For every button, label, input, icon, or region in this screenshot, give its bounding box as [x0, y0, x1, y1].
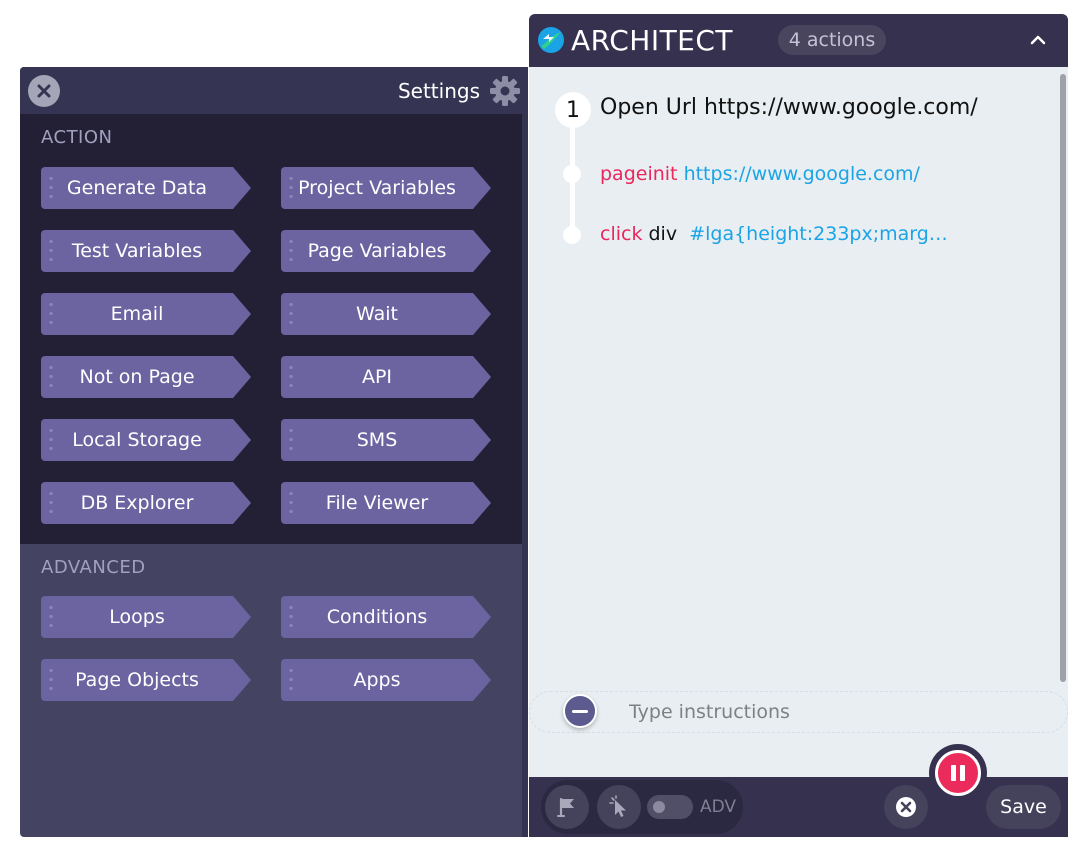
- section-title-action: ACTION: [41, 127, 113, 148]
- email-button[interactable]: Email: [41, 293, 251, 335]
- pause-icon: [951, 765, 956, 781]
- sub-action-dot: [563, 226, 581, 244]
- cancel-recording-button[interactable]: [884, 785, 928, 829]
- project-variables-button[interactable]: Project Variables: [281, 167, 491, 209]
- page-objects-button[interactable]: Page Objects: [41, 659, 251, 701]
- page-variables-button[interactable]: Page Variables: [281, 230, 491, 272]
- close-icon: [896, 797, 916, 817]
- section-title-advanced: ADVANCED: [41, 557, 146, 578]
- step-number: 1: [555, 92, 591, 128]
- minus-icon: [572, 709, 588, 713]
- actions-count-badge: 4 actions: [778, 25, 886, 55]
- api-button[interactable]: API: [281, 356, 491, 398]
- cursor-pointer-icon: [609, 795, 626, 817]
- action-section: ACTION Generate Data Project Variables T…: [20, 114, 522, 544]
- collapse-button[interactable]: [1026, 28, 1050, 52]
- sub-action-dot: [563, 165, 581, 183]
- generate-data-button[interactable]: Generate Data: [41, 167, 251, 209]
- sub-action-value: #lga{height:233px;marg…: [689, 223, 948, 245]
- element-picker-button[interactable]: [597, 785, 641, 829]
- sub-action-value: https://www.google.com/: [683, 163, 920, 185]
- sub-action-row[interactable]: click div #lga{height:233px;marg…: [600, 223, 948, 245]
- pause-button[interactable]: [935, 750, 981, 796]
- wait-button[interactable]: Wait: [281, 293, 491, 335]
- architect-title: ARCHITECT: [571, 24, 734, 57]
- step-label[interactable]: Open Url https://www.google.com/: [600, 95, 978, 120]
- db-explorer-button[interactable]: DB Explorer: [41, 482, 251, 524]
- adv-label: ADV: [700, 797, 737, 817]
- remove-step-button[interactable]: [563, 694, 597, 728]
- architect-logo-icon: [538, 27, 564, 53]
- settings-panel: Settings ACTION Generate Data Project Va…: [20, 67, 528, 837]
- conditions-button[interactable]: Conditions: [281, 596, 491, 638]
- instructions-input[interactable]: [629, 698, 1049, 726]
- local-storage-button[interactable]: Local Storage: [41, 419, 251, 461]
- close-icon: [37, 84, 51, 98]
- sms-button[interactable]: SMS: [281, 419, 491, 461]
- settings-scrollbar[interactable]: [522, 114, 528, 837]
- settings-close-button[interactable]: [28, 75, 60, 107]
- save-button[interactable]: Save: [986, 785, 1061, 829]
- loops-button[interactable]: Loops: [41, 596, 251, 638]
- chevron-up-icon: [1030, 35, 1046, 45]
- pause-icon: [960, 765, 965, 781]
- apps-button[interactable]: Apps: [281, 659, 491, 701]
- settings-gear-button[interactable]: [488, 74, 522, 108]
- architect-header: ARCHITECT 4 actions: [529, 14, 1068, 67]
- not-on-page-button[interactable]: Not on Page: [41, 356, 251, 398]
- sub-action-command: pageinit: [600, 163, 678, 185]
- settings-title: Settings: [397, 79, 480, 103]
- architect-scrollbar[interactable]: [1060, 74, 1066, 682]
- gear-icon: [490, 76, 520, 106]
- toggle-knob: [653, 801, 665, 813]
- sub-action-command: click: [600, 223, 643, 245]
- flag-icon: [557, 797, 574, 818]
- sub-action-row[interactable]: pageinit https://www.google.com/: [600, 163, 920, 185]
- test-variables-button[interactable]: Test Variables: [41, 230, 251, 272]
- sub-action-target: div: [648, 223, 678, 245]
- settings-header: Settings: [20, 67, 528, 114]
- adv-toggle[interactable]: [647, 795, 693, 819]
- flag-button[interactable]: [545, 785, 589, 829]
- file-viewer-button[interactable]: File Viewer: [281, 482, 491, 524]
- architect-panel: ARCHITECT 4 actions 1 Open Url https://w…: [529, 14, 1068, 837]
